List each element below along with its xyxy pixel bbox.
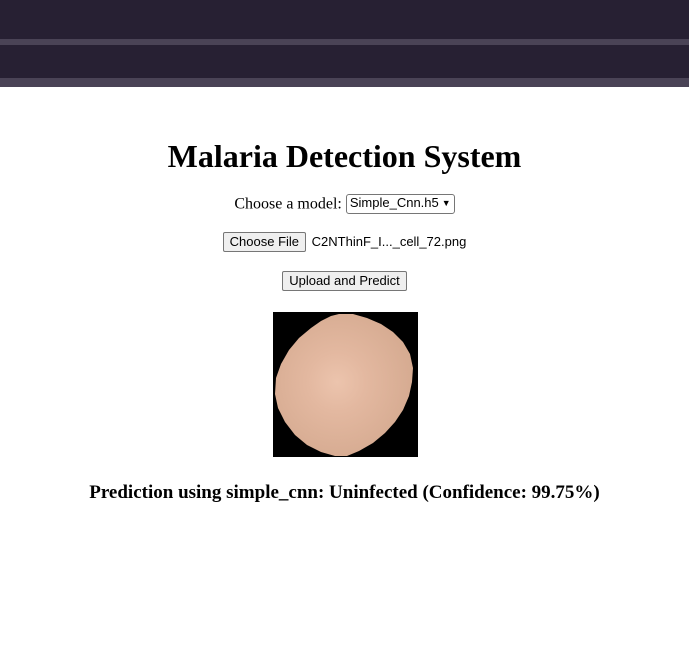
model-picker-row: Choose a model: Simple_Cnn.h5 ▼ <box>0 194 689 215</box>
upload-row: Upload and Predict <box>0 271 689 291</box>
choose-file-button[interactable]: Choose File <box>222 232 307 252</box>
upload-and-predict-button[interactable]: Upload and Predict <box>282 271 407 291</box>
selected-file-name: C2NThinF_I..._cell_72.png <box>311 234 467 249</box>
file-picker-row: Choose File C2NThinF_I..._cell_72.png <box>0 232 689 252</box>
page-title: Malaria Detection System <box>167 138 522 174</box>
blood-cell-shape <box>275 314 413 456</box>
header-stripe-bottom <box>0 78 689 87</box>
model-select-value: Simple_Cnn.h5 <box>349 195 439 211</box>
blood-cell-picture <box>275 314 413 456</box>
uploaded-cell-image <box>273 312 418 457</box>
prediction-result: Prediction using simple_cnn: Uninfected … <box>89 482 600 503</box>
top-header-bar <box>0 0 689 87</box>
chevron-down-icon: ▼ <box>441 198 451 209</box>
model-select[interactable]: Simple_Cnn.h5 ▼ <box>345 194 455 215</box>
model-picker-label: Choose a model: <box>234 195 342 213</box>
header-stripe <box>0 39 689 45</box>
